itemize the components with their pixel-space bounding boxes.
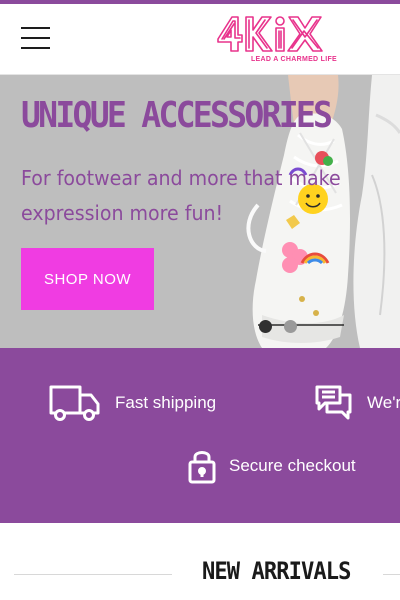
brand-tagline: LEAD A CHARMED LIFE — [250, 56, 338, 63]
slide-dot[interactable] — [284, 320, 297, 333]
brand-logo[interactable]: LEAD A CHARMED LIFE — [214, 15, 344, 67]
feature-label: Secure checkout — [229, 456, 356, 475]
shop-now-button[interactable]: SHOP NOW — [21, 248, 154, 310]
hero-subtitle-line: expression more fun! — [21, 201, 224, 225]
divider — [383, 574, 400, 575]
features-bar: Fast shipping We'r Secure checkout — [0, 348, 400, 523]
feature-label: Fast shipping — [115, 393, 217, 412]
new-arrivals-section: NEW ARRIVALS — [0, 523, 400, 600]
chat-icon — [315, 385, 352, 420]
hero-banner: UNIQUE ACCESSORIES For footwear and more… — [0, 75, 400, 348]
feature-secure-checkout: Secure checkout — [188, 447, 356, 485]
hero-subtitle-line: For footwear and more that make — [21, 166, 341, 190]
site-header: LEAD A CHARMED LIFE — [0, 4, 400, 75]
slide-dot-active[interactable] — [259, 320, 272, 333]
hamburger-menu-button[interactable] — [20, 26, 52, 52]
truck-icon — [49, 385, 100, 421]
lock-icon — [188, 451, 216, 484]
feature-support: We'r — [315, 385, 400, 421]
feature-fast-shipping: Fast shipping — [49, 384, 216, 422]
hero-subtitle: For footwear and more that make expressi… — [21, 161, 400, 231]
logo-mark-icon — [217, 16, 323, 52]
menu-bar — [21, 47, 50, 49]
section-title: NEW ARRIVALS — [202, 557, 351, 585]
feature-label: We'r — [367, 393, 400, 412]
divider — [14, 574, 172, 575]
menu-bar — [21, 37, 50, 39]
menu-bar — [21, 27, 50, 29]
hero-title: UNIQUE ACCESSORIES — [21, 95, 333, 136]
